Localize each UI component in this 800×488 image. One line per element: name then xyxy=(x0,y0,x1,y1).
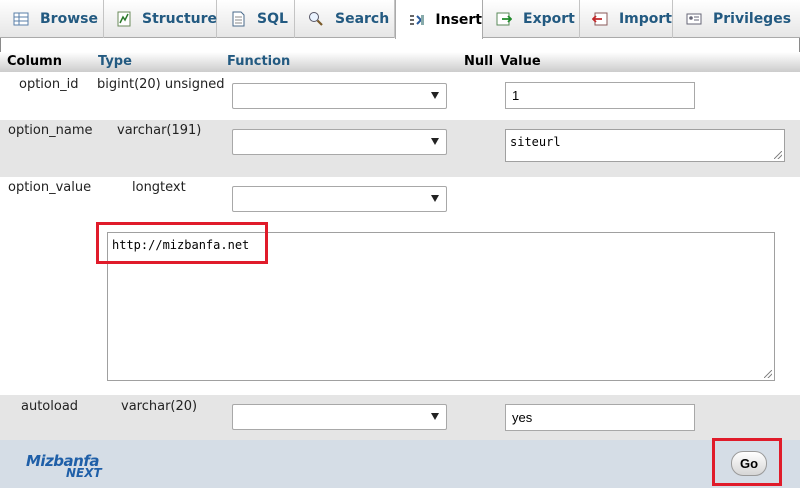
column-name: autoload xyxy=(21,399,79,414)
search-icon xyxy=(307,10,325,28)
structure-icon xyxy=(116,10,132,28)
tab-structure[interactable]: Structure xyxy=(104,0,217,38)
tab-label: Export xyxy=(523,11,575,27)
chevron-down-icon xyxy=(431,92,439,99)
resize-grip-icon[interactable] xyxy=(774,151,782,159)
tab-sql[interactable]: SQL xyxy=(217,0,295,38)
header-function[interactable]: Function xyxy=(227,54,290,69)
table-header: Column Type Function Null Value xyxy=(0,52,800,72)
tab-label: Browse xyxy=(40,11,98,27)
form-footer xyxy=(0,440,800,488)
chevron-down-icon xyxy=(431,138,439,145)
column-name: option_value xyxy=(8,180,92,195)
column-type: varchar(20) xyxy=(121,399,198,414)
highlight-box xyxy=(96,222,268,264)
tab-export[interactable]: Export xyxy=(483,0,580,38)
function-select[interactable] xyxy=(232,83,447,109)
table-row: option_id bigint(20) unsigned 1 xyxy=(0,72,800,120)
table-row: option_value longtext http://mizbanfa.ne… xyxy=(0,177,800,395)
sql-icon xyxy=(229,10,247,28)
function-select[interactable] xyxy=(232,404,447,430)
highlight-box xyxy=(712,438,782,486)
resize-grip-icon[interactable] xyxy=(764,370,772,378)
column-type: varchar(191) xyxy=(117,123,202,138)
column-type: bigint(20) unsigned xyxy=(97,77,225,92)
export-icon xyxy=(495,10,513,28)
table-row: autoload varchar(20) yes xyxy=(0,395,800,440)
tab-label: Privileges xyxy=(713,11,792,27)
column-type: longtext xyxy=(132,180,186,195)
value-input[interactable]: 1 xyxy=(505,82,695,109)
tab-insert[interactable]: Insert xyxy=(395,0,483,39)
tab-label: Insert xyxy=(435,11,482,28)
tab-label: Search xyxy=(335,11,390,27)
function-select[interactable] xyxy=(232,129,447,155)
tab-label: Structure xyxy=(142,11,218,27)
table-row: option_name varchar(191) siteurl xyxy=(0,120,800,177)
tab-label: SQL xyxy=(257,11,288,27)
tab-label: Import xyxy=(618,11,672,27)
insert-icon xyxy=(408,11,425,29)
tab-import[interactable]: Import xyxy=(580,0,673,38)
column-name: option_name xyxy=(8,123,93,138)
function-select[interactable] xyxy=(232,186,447,212)
value-textarea[interactable]: siteurl xyxy=(505,129,785,162)
chevron-down-icon xyxy=(431,413,439,420)
tab-browse[interactable]: Browse xyxy=(0,0,104,38)
tab-privileges[interactable]: Privileges xyxy=(673,0,800,38)
tab-search[interactable]: Search xyxy=(295,0,395,38)
browse-icon xyxy=(12,10,30,28)
tab-bar: Browse Structure SQL Search Insert Expor… xyxy=(0,0,800,39)
column-name: option_id xyxy=(19,77,79,92)
header-type[interactable]: Type xyxy=(98,54,132,69)
privileges-icon xyxy=(685,10,703,28)
value-text: siteurl xyxy=(510,135,561,149)
import-icon xyxy=(592,10,609,28)
header-column: Column xyxy=(7,54,62,69)
header-null: Null xyxy=(464,54,494,69)
chevron-down-icon xyxy=(431,195,439,202)
mizbanfa-logo: Mizbanfa NEXT xyxy=(26,452,102,480)
header-value: Value xyxy=(500,54,541,69)
value-input[interactable]: yes xyxy=(505,404,695,431)
